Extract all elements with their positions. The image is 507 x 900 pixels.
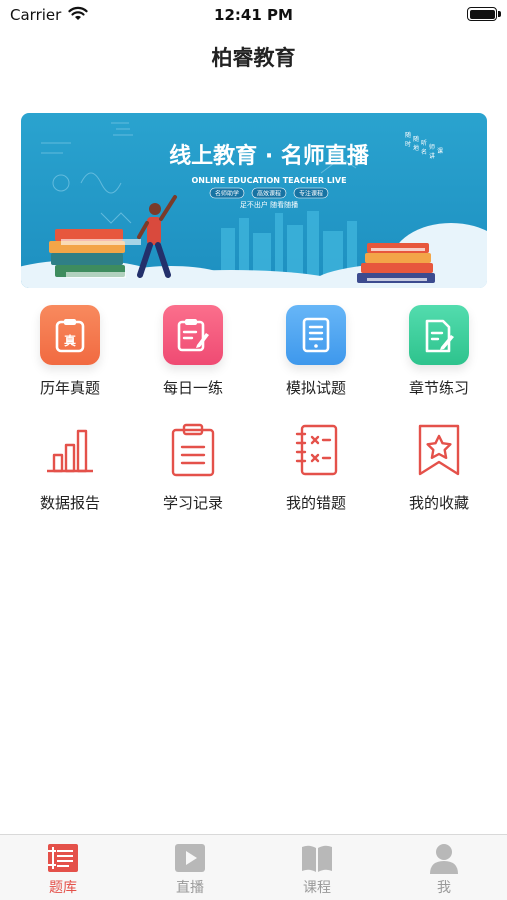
tab-bar: 题库 直播 课程 我 (0, 834, 507, 900)
banner-tag: 名师助学 (215, 190, 239, 198)
grid-item-mock-test[interactable]: 模拟试题 (266, 305, 366, 398)
grid-item-favorites[interactable]: 我的收藏 (389, 420, 489, 513)
battery-icon (467, 7, 497, 21)
feature-grid: 真 历年真题 每日一练 模拟试题 章节练习 数据报告 学习记录 我的错题 我的收… (0, 305, 507, 535)
daily-practice-icon (163, 305, 223, 365)
banner-tag: 高效课程 (257, 190, 281, 198)
banner-vertical-char: 名 (421, 148, 427, 156)
grid-item-data-report[interactable]: 数据报告 (20, 420, 120, 513)
wrong-questions-icon (286, 420, 346, 480)
chapter-practice-icon (409, 305, 469, 365)
tab-label: 我 (437, 880, 451, 896)
banner-vertical-char: 时 (405, 140, 411, 148)
grid-item-chapter-practice[interactable]: 章节练习 (389, 305, 489, 398)
feature-row-primary: 真 历年真题 每日一练 模拟试题 章节练习 (0, 305, 507, 420)
grid-item-label: 我的错题 (285, 494, 346, 512)
grid-item-label: 学习记录 (162, 494, 223, 512)
grid-item-label: 我的收藏 (408, 494, 469, 512)
banner-vertical-char: 地 (413, 144, 419, 152)
grid-item-wrong-questions[interactable]: 我的错题 (266, 420, 366, 513)
bookmark-star-icon (409, 420, 469, 480)
mock-test-icon (286, 305, 346, 365)
feature-row-secondary: 数据报告 学习记录 我的错题 我的收藏 (0, 420, 507, 535)
grid-item-label: 历年真题 (39, 379, 100, 397)
banner-vertical-char: 讲 (429, 152, 435, 160)
tab-label: 课程 (303, 880, 331, 896)
banner-vertical-char: 课 (437, 147, 443, 155)
banner-tag: 专注课程 (299, 190, 323, 198)
bar-chart-icon (40, 420, 100, 480)
tab-question-bank[interactable]: 题库 (0, 835, 126, 900)
past-exams-icon: 真 (40, 305, 100, 365)
clock: 12:41 PM (214, 6, 293, 24)
tab-live[interactable]: 直播 (127, 835, 253, 900)
grid-item-daily-practice[interactable]: 每日一练 (143, 305, 243, 398)
svg-text:真: 真 (64, 333, 76, 348)
grid-item-label: 数据报告 (39, 494, 100, 512)
banner-vertical-char: 随 (405, 131, 411, 139)
tab-me[interactable]: 我 (381, 835, 507, 900)
grid-item-label: 模拟试题 (285, 379, 346, 397)
tab-courses[interactable]: 课程 (254, 835, 380, 900)
person-icon (427, 841, 461, 875)
banner-vertical-char: 师 (429, 143, 435, 151)
battery-tip (498, 11, 501, 17)
grid-item-past-exams[interactable]: 真 历年真题 (20, 305, 120, 398)
promo-banner[interactable]: 线上教育 · 名师直播 ONLINE EDUCATION TEACHER LIV… (21, 113, 487, 288)
play-icon (173, 841, 207, 875)
grid-item-study-record[interactable]: 学习记录 (143, 420, 243, 513)
banner-headline: 线上教育 · 名师直播 (169, 143, 370, 169)
question-bank-icon (46, 841, 80, 875)
grid-item-label: 章节练习 (408, 379, 469, 397)
page-title: 柏睿教育 (211, 46, 296, 70)
banner-vertical-char: 听 (421, 139, 427, 147)
banner-caption: 足不出户 随看随播 (240, 200, 298, 209)
status-bar: Carrier 12:41 PM (0, 0, 507, 30)
banner-vertical-char: 随 (413, 135, 419, 143)
book-icon (300, 841, 334, 875)
clipboard-icon (163, 420, 223, 480)
banner-subtitle: ONLINE EDUCATION TEACHER LIVE (191, 176, 346, 185)
grid-item-label: 每日一练 (162, 379, 223, 397)
tab-label: 题库 (49, 880, 77, 896)
tab-label: 直播 (176, 880, 204, 896)
